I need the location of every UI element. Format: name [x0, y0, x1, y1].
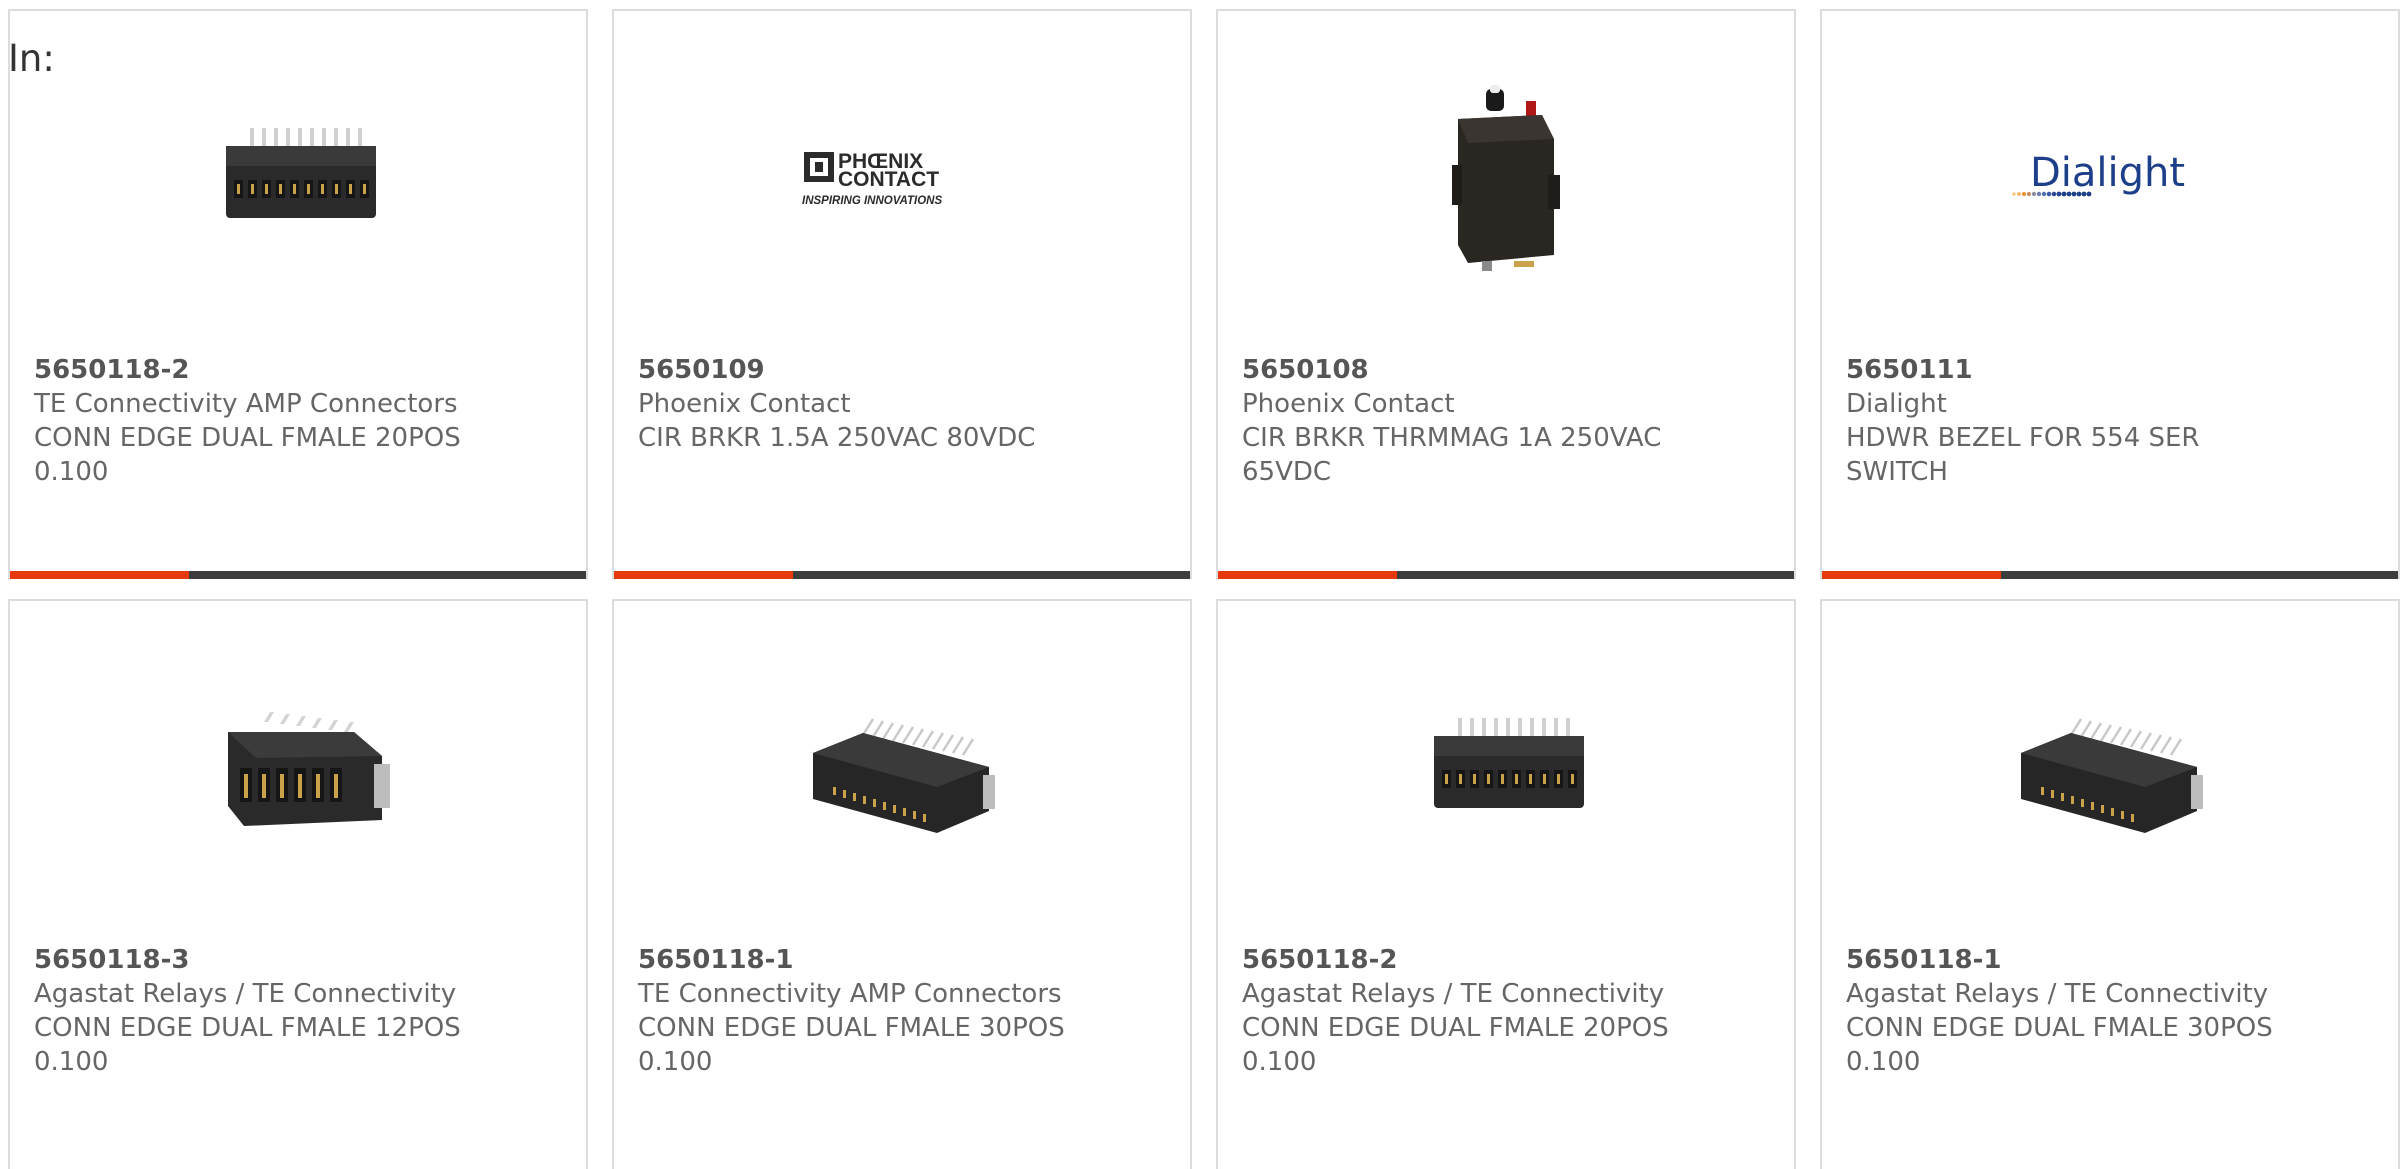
manufacturer: TE Connectivity AMP Connectors — [638, 979, 1062, 1009]
part-number: 5650118-2 — [1242, 945, 1398, 975]
edge-connector-30pos-icon — [2008, 669, 2214, 875]
progress-fill — [10, 571, 189, 579]
manufacturer: Agastat Relays / TE Connectivity — [1242, 979, 1665, 1009]
circuit-breaker-icon — [1404, 79, 1610, 285]
product-card[interactable]: 5650118-1 Agastat Relays / TE Connectivi… — [1820, 599, 2400, 1169]
description-line: 0.100 — [1242, 1047, 1317, 1077]
product-info: 5650108 Phoenix Contact CIR BRKR THRMMAG… — [1242, 353, 1774, 489]
product-info: 5650109 Phoenix Contact CIR BRKR 1.5A 25… — [638, 353, 1170, 455]
part-number: 5650109 — [638, 355, 765, 385]
product-info: 5650111 Dialight HDWR BEZEL FOR 554 SER … — [1846, 353, 2378, 489]
description-line: CONN EDGE DUAL FMALE 20POS — [1242, 1013, 1669, 1043]
product-info: 5650118-2 TE Connectivity AMP Connectors… — [34, 353, 566, 489]
product-info: 5650118-3 Agastat Relays / TE Connectivi… — [34, 943, 566, 1079]
product-card[interactable]: 5650118-2 Agastat Relays / TE Connectivi… — [1216, 599, 1796, 1169]
edge-connector-30pos-icon — [800, 669, 1006, 875]
description-line: CIR BRKR 1.5A 250VAC 80VDC — [638, 423, 1036, 453]
manufacturer: Phoenix Contact — [638, 389, 851, 419]
product-card[interactable]: 5650108 Phoenix Contact CIR BRKR THRMMAG… — [1216, 9, 1796, 579]
description-line: CONN EDGE DUAL FMALE 30POS — [638, 1013, 1065, 1043]
description-line: CONN EDGE DUAL FMALE 20POS — [34, 423, 461, 453]
progress-bar — [1822, 571, 2398, 579]
edge-connector-20pos-icon — [1404, 669, 1610, 875]
edge-connector-12pos-icon — [196, 669, 402, 875]
progress-fill — [1218, 571, 1397, 579]
part-number: 5650118-3 — [34, 945, 190, 975]
product-card[interactable]: PHŒNIX CONTACT INSPIRING INNOVATIONS 565… — [612, 9, 1192, 579]
product-grid: 5650118-2 TE Connectivity AMP Connectors… — [0, 0, 2400, 1169]
logo-tagline: INSPIRING INNOVATIONS — [802, 195, 942, 207]
progress-bar — [10, 571, 586, 579]
dialight-logo: Dialight — [2008, 79, 2214, 285]
phoenix-contact-logo: PHŒNIX CONTACT INSPIRING INNOVATIONS — [800, 79, 1006, 285]
description-line: 0.100 — [638, 1047, 713, 1077]
manufacturer: Agastat Relays / TE Connectivity — [1846, 979, 2269, 1009]
product-info: 5650118-1 TE Connectivity AMP Connectors… — [638, 943, 1170, 1079]
product-card[interactable]: 5650118-2 TE Connectivity AMP Connectors… — [8, 9, 588, 579]
manufacturer: TE Connectivity AMP Connectors — [34, 389, 458, 419]
manufacturer: Dialight — [1846, 389, 1947, 419]
part-number: 5650118-2 — [34, 355, 190, 385]
part-number: 5650111 — [1846, 355, 1973, 385]
part-number: 5650118-1 — [1846, 945, 2002, 975]
description-line: CIR BRKR THRMMAG 1A 250VAC — [1242, 423, 1662, 453]
product-info: 5650118-2 Agastat Relays / TE Connectivi… — [1242, 943, 1774, 1079]
description-line: 0.100 — [34, 457, 109, 487]
product-info: 5650118-1 Agastat Relays / TE Connectivi… — [1846, 943, 2378, 1079]
logo-text: CONTACT — [838, 168, 939, 191]
logo-text: Dialight — [2030, 150, 2185, 196]
description-line: 0.100 — [34, 1047, 109, 1077]
part-number: 5650108 — [1242, 355, 1369, 385]
product-card[interactable]: 5650118-1 TE Connectivity AMP Connectors… — [612, 599, 1192, 1169]
product-card[interactable]: 5650118-3 Agastat Relays / TE Connectivi… — [8, 599, 588, 1169]
manufacturer: Phoenix Contact — [1242, 389, 1455, 419]
product-card[interactable]: Dialight 5650111 Dialight HDWR BEZEL FOR… — [1820, 9, 2400, 579]
description-line: 0.100 — [1846, 1047, 1921, 1077]
description-line: HDWR BEZEL FOR 554 SER — [1846, 423, 2200, 453]
description-line: CONN EDGE DUAL FMALE 30POS — [1846, 1013, 2273, 1043]
description-line: CONN EDGE DUAL FMALE 12POS — [34, 1013, 461, 1043]
part-number: 5650118-1 — [638, 945, 794, 975]
progress-bar — [1218, 571, 1794, 579]
progress-fill — [614, 571, 793, 579]
filter-label: In: — [8, 37, 55, 80]
description-line: 65VDC — [1242, 457, 1332, 487]
progress-bar — [614, 571, 1190, 579]
progress-fill — [1822, 571, 2001, 579]
description-line: SWITCH — [1846, 457, 1948, 487]
edge-connector-20pos-icon — [196, 79, 402, 285]
manufacturer: Agastat Relays / TE Connectivity — [34, 979, 457, 1009]
